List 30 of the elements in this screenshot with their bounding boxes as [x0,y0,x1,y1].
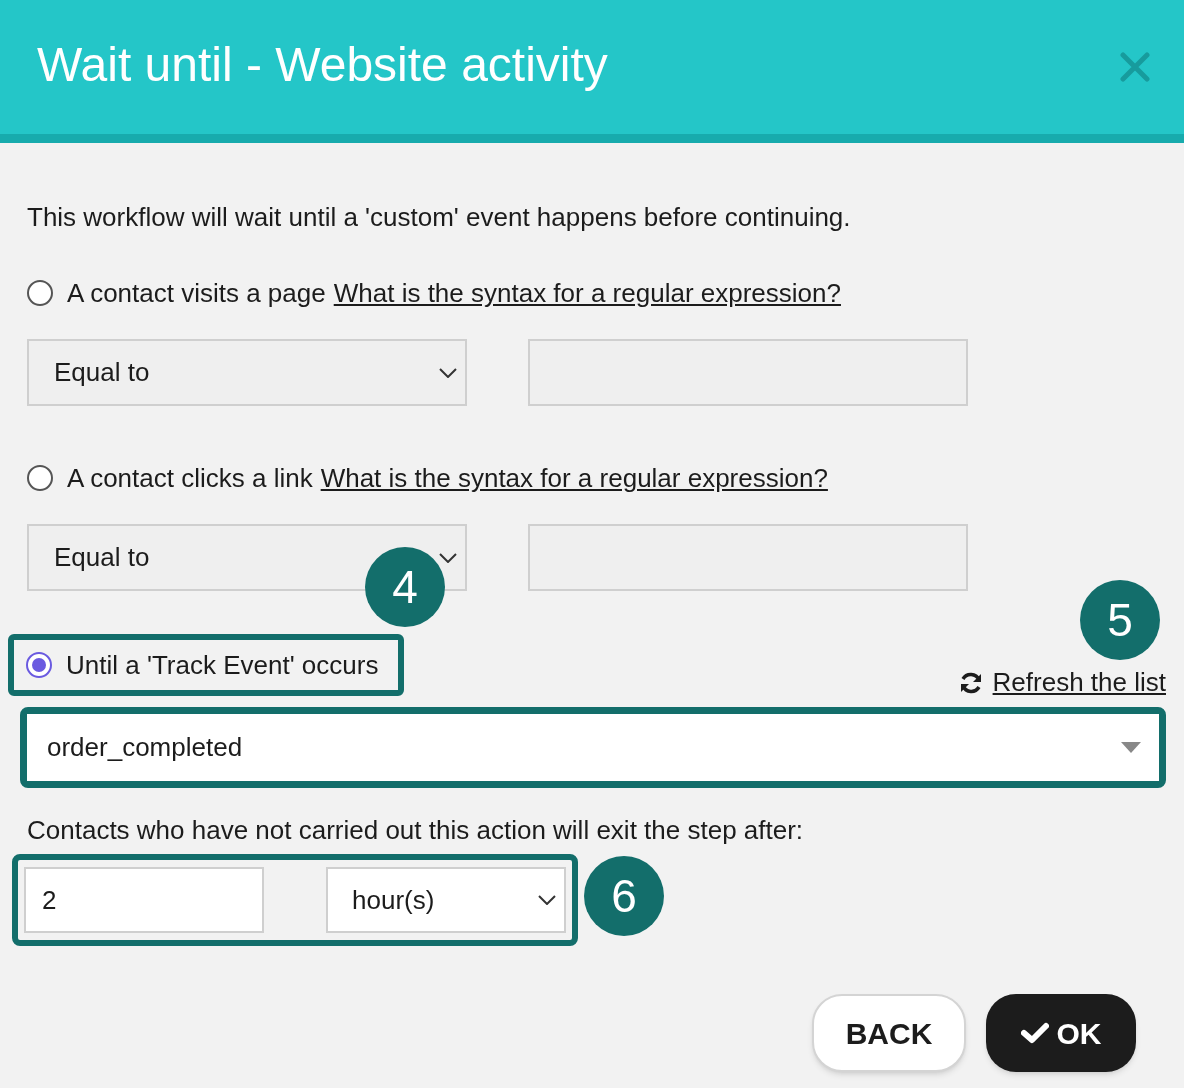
radio-button[interactable] [27,280,53,306]
chevron-down-icon [439,552,457,563]
refresh-icon [958,670,983,695]
close-icon [1120,52,1150,82]
dialog-title: Wait until - Website activity [37,41,608,93]
delay-input[interactable]: 2 [24,867,264,933]
step-badge: 6 [584,856,664,936]
radio-button[interactable] [26,652,52,678]
ok-button[interactable]: OK [986,994,1136,1072]
help-link[interactable]: What is the syntax for a regular expression? [333,277,841,309]
input-field[interactable] [528,339,968,406]
option-label: A contact clicks a link [67,462,313,494]
chevron-down-icon [439,367,457,378]
refresh-link[interactable]: Refresh the list [958,663,1166,702]
unit-select[interactable]: hour(s) [326,867,566,933]
option-label: Until a 'Track Event' occurs [66,648,379,682]
check-icon [1020,1022,1049,1044]
back-button[interactable]: BACK [812,994,966,1072]
input-field[interactable] [528,524,968,591]
intro-text: This workflow will wait until a 'custom' event happens before continuing. [27,201,852,233]
radio-button[interactable] [27,465,53,491]
caret-down-icon [1121,742,1141,753]
operator-select[interactable]: Equal to [27,339,467,406]
option-label: A contact visits a page [67,277,326,309]
help-link[interactable]: What is the syntax for a regular expression? [320,462,828,494]
step-badge: 5 [1080,580,1160,660]
event-select[interactable]: order_completed [27,714,1159,781]
exit-note: Contacts who have not carried out this action will exit the step after: [27,814,805,846]
step-badge: 4 [365,547,445,627]
chevron-down-icon [538,895,556,905]
